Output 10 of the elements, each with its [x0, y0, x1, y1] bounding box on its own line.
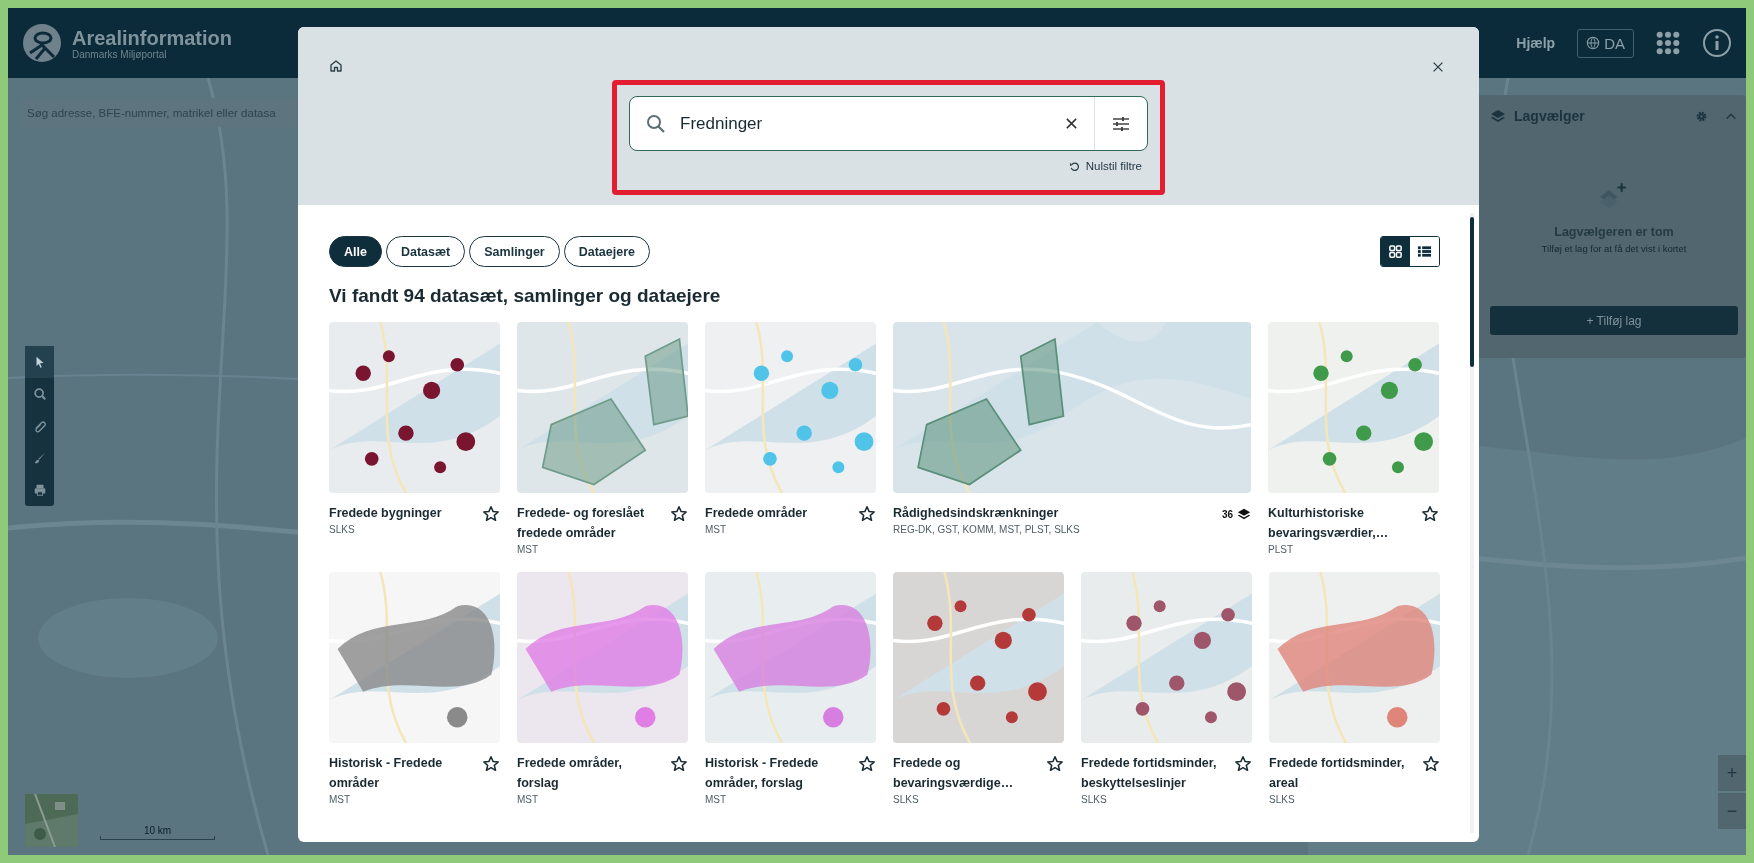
apps-grid-icon[interactable]: [1656, 31, 1680, 55]
language-button[interactable]: DA: [1577, 28, 1634, 58]
home-icon[interactable]: [328, 58, 344, 74]
logo-icon: [22, 23, 62, 63]
app-title: Arealinformation: [72, 26, 233, 49]
close-icon[interactable]: [1431, 60, 1445, 74]
help-link[interactable]: Hjælp: [1516, 35, 1556, 51]
app-subtitle: Danmarks Miljøportal: [72, 48, 168, 60]
info-icon[interactable]: [1702, 28, 1732, 58]
globe-icon: [1586, 36, 1601, 50]
